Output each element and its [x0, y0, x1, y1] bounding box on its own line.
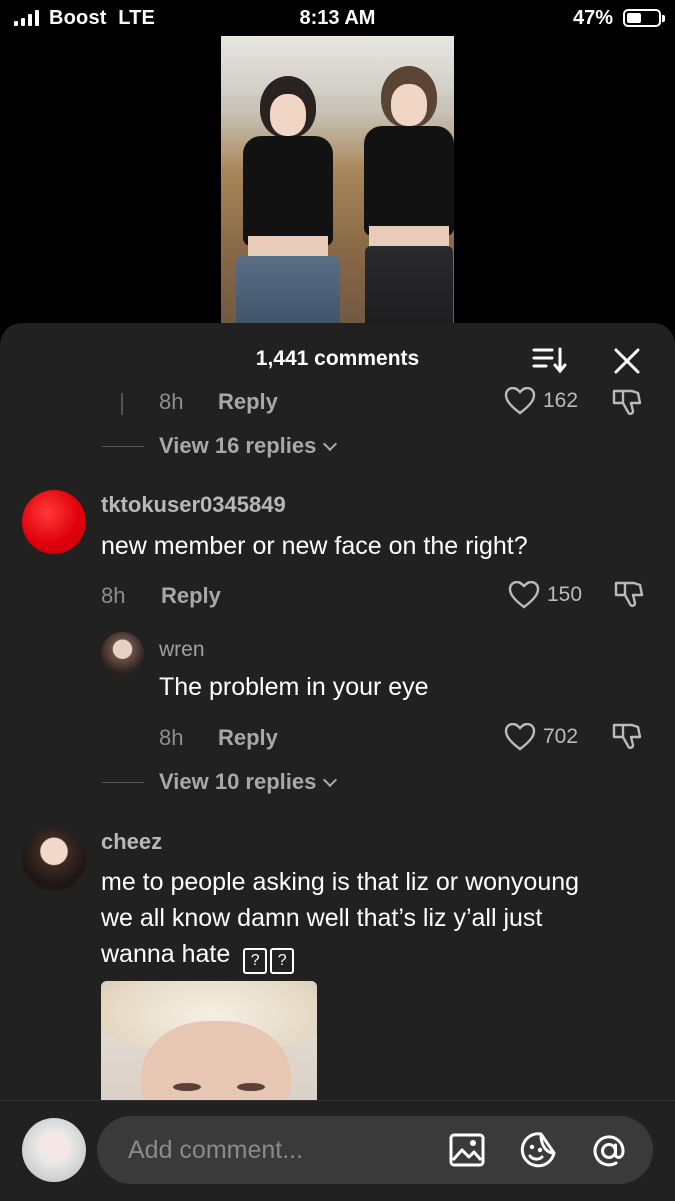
comment-text-line: we all know damn well that’s liz y’all j… [101, 904, 543, 932]
comment-text: new member or new face on the right? [101, 532, 528, 560]
video-thumbnail[interactable] [221, 36, 454, 336]
reply-username[interactable]: wren [159, 638, 205, 662]
chevron-down-icon [323, 772, 338, 788]
comments-sheet: 1,441 comments 8h Reply 162 View 16 repl… [0, 323, 675, 1200]
close-icon[interactable] [611, 345, 643, 377]
reply-button[interactable]: Reply [161, 583, 221, 609]
comment-time: 8h [159, 725, 184, 750]
divider [102, 782, 144, 783]
partial-comment-row: 8h Reply 162 [0, 383, 675, 417]
reply-button[interactable]: Reply [218, 725, 278, 751]
mention-icon[interactable] [589, 1131, 629, 1171]
comment-text-line: me to people asking is that liz or wonyo… [101, 868, 580, 896]
like-count: 162 [543, 389, 579, 412]
heart-icon[interactable] [508, 581, 540, 609]
chevron-down-icon [323, 436, 338, 452]
battery-icon [623, 9, 665, 27]
comment-input[interactable]: Add comment... [97, 1116, 653, 1184]
comments-count-title: 1,441 comments [255, 347, 420, 370]
dislike-icon[interactable] [611, 721, 643, 751]
comment-composer: Add comment... [0, 1100, 675, 1201]
reply-text: The problem in your eye [159, 673, 429, 701]
heart-icon[interactable] [504, 723, 536, 751]
emoji-icon[interactable] [519, 1131, 557, 1169]
avatar[interactable] [22, 1118, 86, 1182]
reply-button[interactable]: Reply [218, 389, 278, 415]
thread-line [121, 393, 123, 415]
like-count: 702 [543, 725, 579, 748]
battery-percent: 47% [572, 7, 613, 29]
image-icon[interactable] [449, 1133, 485, 1167]
sort-icon[interactable] [532, 346, 568, 374]
avatar[interactable] [22, 827, 86, 891]
dislike-icon[interactable] [613, 579, 645, 609]
missing-emoji-glyph: ? [243, 948, 268, 974]
comment-time: 8h [101, 583, 126, 608]
avatar[interactable] [101, 632, 144, 675]
dislike-icon[interactable] [611, 387, 643, 417]
comment-username[interactable]: cheez [101, 829, 162, 855]
comment-text-line: wanna hate ?? [101, 940, 295, 974]
view-replies-button[interactable]: View 10 replies [159, 769, 338, 795]
comment-input-placeholder: Add comment... [128, 1136, 304, 1164]
comment-image[interactable] [101, 981, 317, 1111]
heart-icon[interactable] [504, 387, 536, 415]
divider [102, 446, 144, 447]
avatar[interactable] [22, 490, 86, 554]
status-bar: Boost LTE 8:13 AM 47% [0, 0, 675, 36]
comment-time: 8h [159, 389, 184, 414]
comment-username[interactable]: tktokuser0345849 [101, 492, 286, 518]
view-replies-button[interactable]: View 16 replies [159, 433, 338, 459]
missing-emoji-glyph: ? [270, 948, 295, 974]
like-count: 150 [547, 583, 583, 606]
